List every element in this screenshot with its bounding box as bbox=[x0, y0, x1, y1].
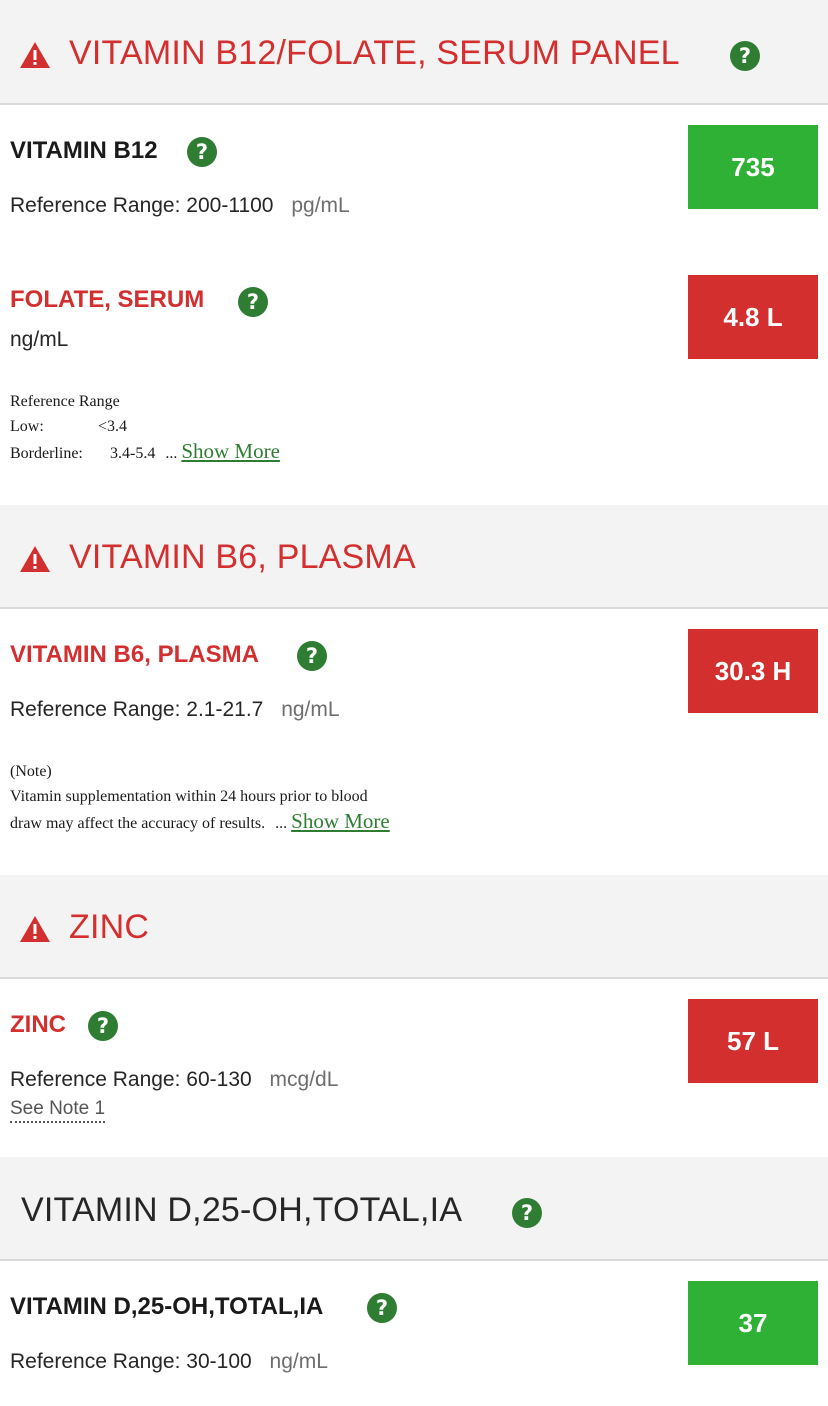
reference-note: (Note) Vitamin supplementation within 24… bbox=[10, 759, 390, 836]
reference-range-value: 200-1100 bbox=[186, 194, 274, 217]
ellipsis: ... bbox=[165, 445, 178, 462]
test-name-zinc: ZINC bbox=[10, 1011, 66, 1038]
panel-header-b12-folate: VITAMIN B12/FOLATE, SERUM PANEL ? bbox=[0, 0, 828, 105]
test-name-vitamin-d: VITAMIN D,25-OH,TOTAL,IA bbox=[10, 1293, 324, 1320]
unit-line: ng/mL bbox=[10, 328, 69, 351]
ellipsis: ... bbox=[275, 815, 288, 832]
reference-label: Reference Range: bbox=[10, 1068, 181, 1091]
note-label: Low: bbox=[10, 418, 44, 435]
see-note-link[interactable]: See Note 1 bbox=[10, 1097, 106, 1123]
panel-header-b6-plasma: VITAMIN B6, PLASMA bbox=[0, 505, 828, 609]
panel-title: VITAMIN D,25-OH,TOTAL,IA bbox=[21, 1191, 463, 1229]
help-icon[interactable]: ? bbox=[297, 641, 327, 671]
reference-range-line: Reference Range: 200-1100 pg/mL bbox=[10, 193, 350, 219]
reference-range-value: 30-100 bbox=[186, 1350, 252, 1373]
help-icon[interactable]: ? bbox=[512, 1198, 542, 1228]
result-value-badge: 30.3 H bbox=[688, 629, 818, 713]
test-name-vitamin-b6-plasma: VITAMIN B6, PLASMA bbox=[10, 641, 259, 668]
note-value: 3.4-5.4 bbox=[110, 445, 156, 462]
note-label: Borderline: bbox=[10, 445, 83, 462]
show-more-link[interactable]: Show More bbox=[181, 439, 280, 463]
reference-range-line: Reference Range: 30-100 ng/mL bbox=[10, 1349, 328, 1375]
result-value-badge: 37 bbox=[688, 1281, 818, 1365]
panel-header-vitamin-d: VITAMIN D,25-OH,TOTAL,IA ? bbox=[0, 1157, 828, 1261]
help-icon[interactable]: ? bbox=[238, 287, 268, 317]
help-icon[interactable]: ? bbox=[367, 1293, 397, 1323]
reference-range-line: Reference Range: 2.1-21.7 ng/mL bbox=[10, 697, 340, 723]
note-line: (Note) bbox=[10, 763, 52, 780]
show-more-link[interactable]: Show More bbox=[291, 809, 390, 833]
warning-icon bbox=[20, 546, 50, 572]
reference-note: Reference Range Low: <3.4 Borderline: 3.4-… bbox=[10, 389, 280, 466]
panel-title: VITAMIN B12/FOLATE, SERUM PANEL bbox=[69, 34, 680, 72]
result-value-badge: 4.8 L bbox=[688, 275, 818, 359]
reference-label: Reference Range: bbox=[10, 698, 181, 721]
warning-icon bbox=[20, 42, 50, 68]
help-icon[interactable]: ? bbox=[730, 41, 760, 71]
reference-unit: ng/mL bbox=[269, 1350, 328, 1373]
reference-unit: pg/mL bbox=[291, 194, 350, 217]
help-icon[interactable]: ? bbox=[187, 137, 217, 167]
note-value: <3.4 bbox=[98, 418, 128, 435]
note-row-low: Low: <3.4 bbox=[10, 414, 280, 439]
help-icon[interactable]: ? bbox=[88, 1011, 118, 1041]
note-line: Vitamin supplementation within 24 hours … bbox=[10, 788, 368, 805]
test-name-vitamin-b12: VITAMIN B12 bbox=[10, 137, 158, 164]
panel-title: VITAMIN B6, PLASMA bbox=[69, 538, 416, 576]
note-row-last: draw may affect the accuracy of results.… bbox=[10, 809, 390, 836]
reference-label: Reference Range: bbox=[10, 194, 181, 217]
reference-unit: ng/mL bbox=[281, 698, 340, 721]
reference-label: Reference Range: bbox=[10, 1350, 181, 1373]
note-heading: Reference Range bbox=[10, 393, 120, 410]
note-line: draw may affect the accuracy of results. bbox=[10, 815, 266, 832]
reference-range-value: 60-130 bbox=[186, 1068, 252, 1091]
test-name-folate-serum: FOLATE, SERUM bbox=[10, 286, 205, 313]
reference-range-value: 2.1-21.7 bbox=[186, 698, 264, 721]
reference-range-line: Reference Range: 60-130 mcg/dL bbox=[10, 1067, 338, 1093]
result-value-badge: 57 L bbox=[688, 999, 818, 1083]
result-value-badge: 735 bbox=[688, 125, 818, 209]
reference-unit: mcg/dL bbox=[269, 1068, 339, 1091]
panel-title: ZINC bbox=[69, 908, 150, 946]
note-row-borderline: Borderline: 3.4-5.4 ... Show More bbox=[10, 439, 280, 466]
warning-icon bbox=[20, 916, 50, 942]
panel-header-zinc: ZINC bbox=[0, 875, 828, 979]
